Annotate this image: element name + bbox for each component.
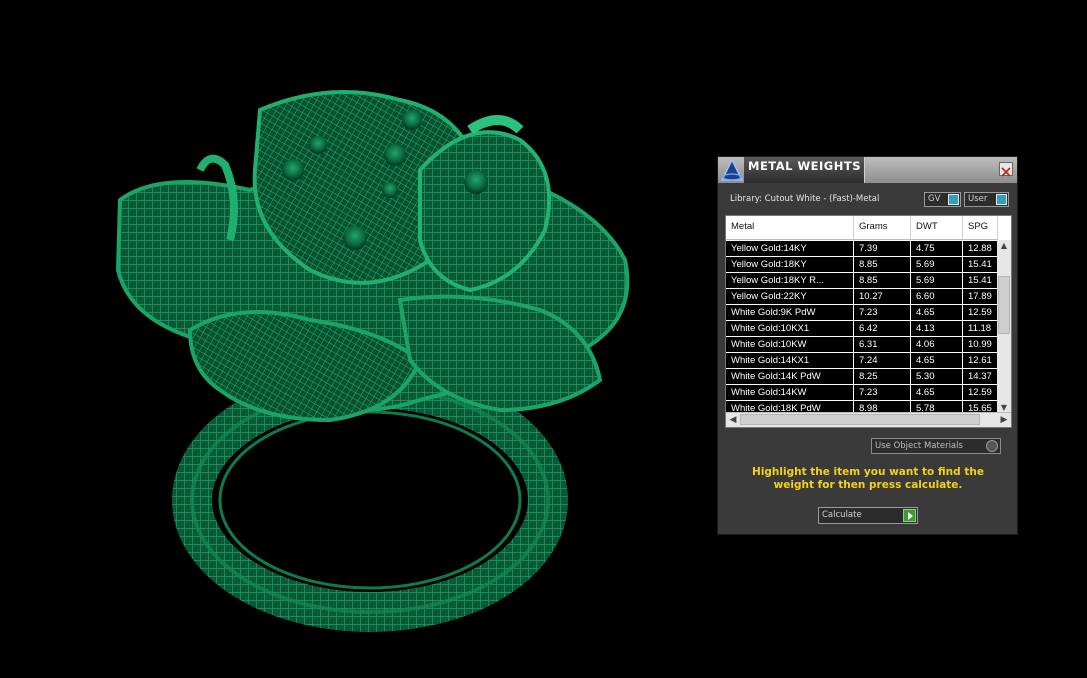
calculate-button[interactable]: Calculate <box>818 507 918 524</box>
table-row[interactable]: Yellow Gold:22KY 10.27 6.60 17.89 <box>726 289 998 305</box>
cell-metal: Yellow Gold:14KY <box>726 241 854 256</box>
table-row[interactable]: White Gold:9K PdW 7.23 4.65 12.59 <box>726 305 998 321</box>
cell-spg: 12.61 <box>963 353 998 368</box>
table-body: Yellow Gold:14KY 7.39 4.75 12.88 Yellow Gold… <box>726 241 998 417</box>
cell-metal: White Gold:10KW <box>726 337 854 352</box>
cell-dwt: 5.69 <box>911 257 963 272</box>
cell-spg: 12.88 <box>963 241 998 256</box>
cell-dwt: 5.69 <box>911 273 963 288</box>
horizontal-scrollbar[interactable]: ◀ ▶ <box>726 412 1011 427</box>
table-row[interactable]: White Gold:14K PdW 8.25 5.30 14.37 <box>726 369 998 385</box>
cell-dwt: 5.30 <box>911 369 963 384</box>
cell-spg: 11.18 <box>963 321 998 336</box>
cell-grams: 6.42 <box>854 321 911 336</box>
cell-grams: 7.23 <box>854 305 911 320</box>
cell-spg: 15.41 <box>963 273 998 288</box>
cell-metal: Yellow Gold:22KY <box>726 289 854 304</box>
ring-model <box>115 90 630 632</box>
vertical-scrollbar[interactable]: ▲ ▼ <box>997 240 1011 414</box>
toggle-knob-icon <box>986 440 998 452</box>
play-arrow-icon <box>903 509 916 522</box>
cell-dwt: 4.75 <box>911 241 963 256</box>
cell-grams: 10.27 <box>854 289 911 304</box>
column-header-dwt[interactable]: DWT <box>911 216 963 240</box>
vertical-scroll-thumb[interactable] <box>998 276 1010 334</box>
cell-spg: 15.41 <box>963 257 998 272</box>
cell-grams: 8.85 <box>854 273 911 288</box>
cell-spg: 10.99 <box>963 337 998 352</box>
cell-spg: 14.37 <box>963 369 998 384</box>
column-header-spg[interactable]: SPG <box>963 216 998 240</box>
metal-weights-panel: METAL WEIGHTS Library: Cutout White - (F… <box>717 156 1018 535</box>
panel-title: METAL WEIGHTS <box>748 159 861 173</box>
user-label: User <box>968 194 988 204</box>
cell-metal: White Gold:9K PdW <box>726 305 854 320</box>
cell-grams: 8.25 <box>854 369 911 384</box>
panel-titlebar[interactable]: METAL WEIGHTS <box>718 157 1017 183</box>
cell-metal: Yellow Gold:18KY R... <box>726 273 854 288</box>
close-button[interactable] <box>999 162 1013 177</box>
cell-grams: 7.24 <box>854 353 911 368</box>
library-label: Library: Cutout White - (Fast)-Metal <box>730 194 880 204</box>
table-row[interactable]: Yellow Gold:18KY R... 8.85 5.69 15.41 <box>726 273 998 289</box>
cell-grams: 7.39 <box>854 241 911 256</box>
user-toggle[interactable]: User <box>964 192 1009 207</box>
cell-dwt: 6.60 <box>911 289 963 304</box>
table-row[interactable]: White Gold:10KW 6.31 4.06 10.99 <box>726 337 998 353</box>
scroll-left-icon[interactable]: ◀ <box>726 413 740 427</box>
cell-spg: 12.59 <box>963 385 998 400</box>
cell-spg: 17.89 <box>963 289 998 304</box>
gv-toggle[interactable]: GV <box>924 192 961 207</box>
table-row[interactable]: White Gold:10KX1 6.42 4.13 11.18 <box>726 321 998 337</box>
column-header-metal[interactable]: Metal <box>726 216 854 240</box>
cell-dwt: 4.65 <box>911 353 963 368</box>
close-icon <box>1001 167 1011 177</box>
user-toggle-icon <box>996 194 1007 205</box>
table-row[interactable]: White Gold:14KX1 7.24 4.65 12.61 <box>726 353 998 369</box>
cell-metal: Yellow Gold:18KY <box>726 257 854 272</box>
scroll-up-icon[interactable]: ▲ <box>997 240 1011 252</box>
gv-toggle-icon <box>948 194 959 205</box>
cell-metal: White Gold:14K PdW <box>726 369 854 384</box>
column-header-grams[interactable]: Grams <box>854 216 911 240</box>
metals-table[interactable]: Metal Grams DWT SPG Yellow Gold:14KY 7.39… <box>725 215 1012 428</box>
cell-metal: White Gold:14KW <box>726 385 854 400</box>
cell-grams: 8.85 <box>854 257 911 272</box>
calculate-label: Calculate <box>822 510 862 520</box>
cell-metal: White Gold:10KX1 <box>726 321 854 336</box>
3d-viewport[interactable] <box>0 0 700 674</box>
gv-label: GV <box>928 194 941 204</box>
cell-grams: 7.23 <box>854 385 911 400</box>
app-logo-icon <box>720 158 744 181</box>
scroll-right-icon[interactable]: ▶ <box>997 413 1011 427</box>
table-row[interactable]: White Gold:14KW 7.23 4.65 12.59 <box>726 385 998 401</box>
cell-dwt: 4.65 <box>911 385 963 400</box>
instruction-text: Highlight the item you want to find the … <box>752 466 984 491</box>
use-object-materials-toggle[interactable]: Use Object Materials <box>871 438 1001 454</box>
cell-spg: 12.59 <box>963 305 998 320</box>
horizontal-scroll-thumb[interactable] <box>740 414 980 425</box>
cell-metal: White Gold:14KX1 <box>726 353 854 368</box>
cell-grams: 6.31 <box>854 337 911 352</box>
use-object-materials-label: Use Object Materials <box>875 441 963 451</box>
table-header: Metal Grams DWT SPG <box>726 216 998 240</box>
table-row[interactable]: Yellow Gold:14KY 7.39 4.75 12.88 <box>726 241 998 257</box>
table-row[interactable]: Yellow Gold:18KY 8.85 5.69 15.41 <box>726 257 998 273</box>
cell-dwt: 4.06 <box>911 337 963 352</box>
cell-dwt: 4.13 <box>911 321 963 336</box>
cell-dwt: 4.65 <box>911 305 963 320</box>
